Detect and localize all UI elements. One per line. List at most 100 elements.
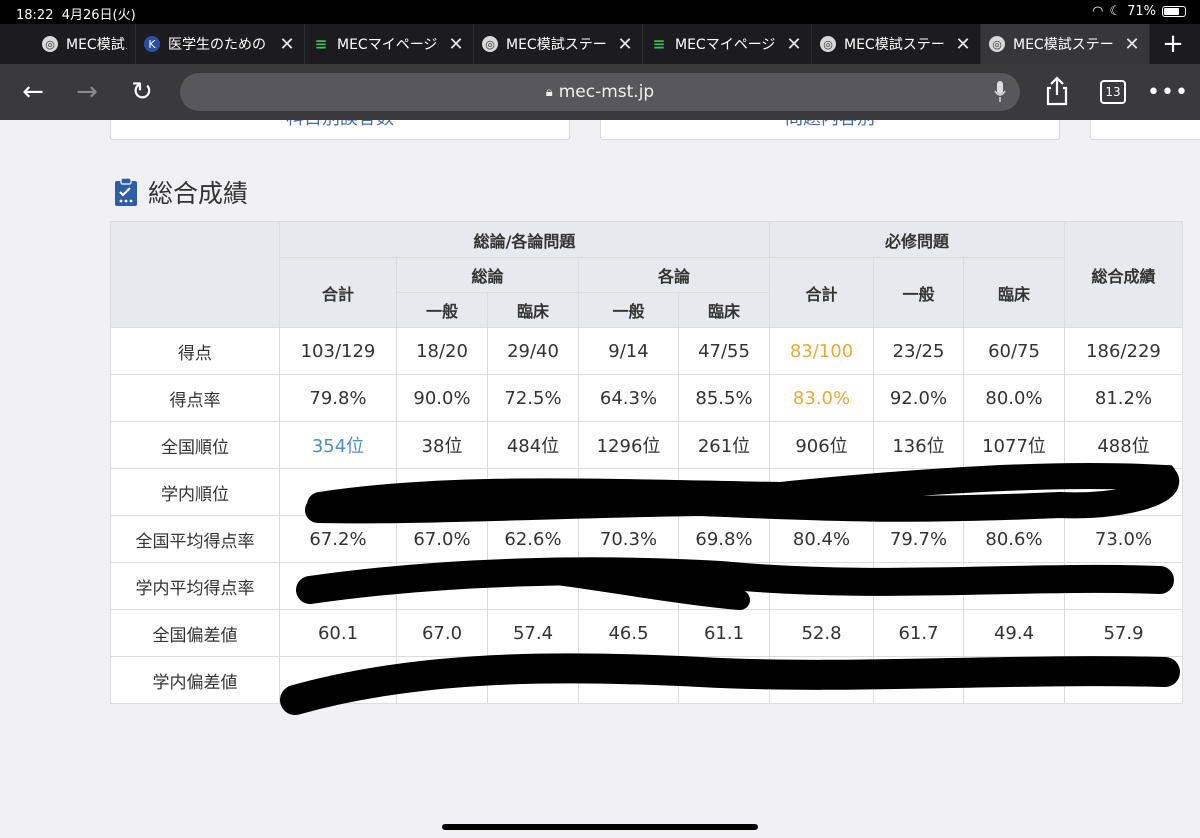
table-cell: 488位 xyxy=(1064,421,1183,469)
table-row: 全国平均得点率 67.2% 67.0% 62.6% 70.3% 69.8% 80.4% 79.… xyxy=(110,515,1183,563)
header-total: 総合成績 xyxy=(1064,221,1183,328)
browser-tab[interactable]: ◎ MEC模試ス xyxy=(0,24,136,64)
table-cell: 136位 xyxy=(873,421,964,469)
table-cell: 67.0 xyxy=(396,609,488,657)
table-cell: 38位 xyxy=(396,421,488,469)
close-icon[interactable]: ✕ xyxy=(447,34,465,55)
browser-tab[interactable]: ◎ MEC模試ステー ✕ xyxy=(812,24,981,64)
header-kakuron: 各論 xyxy=(578,257,770,293)
clipboard-icon xyxy=(115,177,137,206)
tab-count-button[interactable]: 13 xyxy=(1100,80,1126,104)
close-icon[interactable]: ✕ xyxy=(785,34,803,55)
table-cell xyxy=(487,562,579,610)
browser-tab[interactable]: ≡ MECマイページ ✕ xyxy=(643,24,812,64)
mec-icon: ≡ xyxy=(314,35,328,53)
table-cell xyxy=(963,562,1065,610)
table-row: 学内偏差値 xyxy=(110,656,1183,704)
table-cell: 90.0% xyxy=(396,374,488,422)
home-indicator[interactable] xyxy=(442,824,758,830)
table-cell: 57.4 xyxy=(487,609,579,657)
header-soron-rinsho: 臨床 xyxy=(487,292,579,328)
table-cell xyxy=(873,656,964,704)
table-cell: 67.0% xyxy=(396,515,488,563)
table-cell xyxy=(396,656,488,704)
rank-link[interactable]: 354位 xyxy=(279,421,397,469)
header-required-ippan: 一般 xyxy=(873,257,964,328)
table-cell: 83.0% xyxy=(769,374,874,422)
section-header: 総合成績 xyxy=(114,174,248,210)
table-cell xyxy=(963,468,1065,516)
table-cell: 18/20 xyxy=(396,327,488,375)
tab-title: MECマイページ xyxy=(337,37,438,53)
header-required-rinsho: 臨床 xyxy=(963,257,1065,328)
partial-button[interactable] xyxy=(1090,120,1200,140)
table-cell xyxy=(769,656,874,704)
share-icon[interactable] xyxy=(1039,74,1075,110)
table-row: 学内平均得点率 xyxy=(110,562,1183,610)
close-icon[interactable]: ✕ xyxy=(616,34,634,55)
table-cell: 61.7 xyxy=(873,609,964,657)
table-row: 得点 103/129 18/20 29/40 9/14 47/55 83/100 23/25 6… xyxy=(110,327,1183,375)
header-required: 必修問題 xyxy=(769,221,1065,258)
table-cell: 81.2% xyxy=(1064,374,1183,422)
table-cell: 92.0% xyxy=(873,374,964,422)
browser-tab[interactable]: ≡ MECマイページ ✕ xyxy=(305,24,474,64)
browser-tab[interactable]: K 医学生のための ✕ xyxy=(136,24,305,64)
table-cell: 80.4% xyxy=(769,515,874,563)
mec-icon: ≡ xyxy=(652,35,666,53)
header-general: 総論/各論問題 xyxy=(279,221,770,258)
row-label: 得点 xyxy=(110,327,280,375)
table-cell xyxy=(578,656,679,704)
table-cell xyxy=(1064,656,1183,704)
table-cell: 57.9 xyxy=(1064,609,1183,657)
table-cell xyxy=(769,468,874,516)
reload-icon[interactable]: ↻ xyxy=(124,74,160,110)
table-cell: 79.7% xyxy=(873,515,964,563)
more-icon[interactable]: ••• xyxy=(1147,74,1188,110)
close-icon[interactable]: ✕ xyxy=(954,34,972,55)
question-content-button[interactable]: 問題内容別 xyxy=(600,120,1060,140)
table-cell xyxy=(769,562,874,610)
table-cell: 73.0% xyxy=(1064,515,1183,563)
table-cell xyxy=(487,468,579,516)
table-cell xyxy=(578,562,679,610)
table-cell: 67.2% xyxy=(279,515,397,563)
table-cell: 85.5% xyxy=(678,374,770,422)
row-label: 学内偏差値 xyxy=(110,656,280,704)
table-cell: 47/55 xyxy=(678,327,770,375)
header-required-sum: 合計 xyxy=(769,257,874,328)
table-cell: 9/14 xyxy=(578,327,679,375)
url-text: mec-mst.jp xyxy=(558,82,655,102)
table-cell: 1077位 xyxy=(963,421,1065,469)
table-cell: 70.3% xyxy=(578,515,679,563)
wifi-icon: ◠ xyxy=(1092,4,1104,19)
microphone-icon[interactable] xyxy=(994,81,1006,103)
close-icon[interactable]: ✕ xyxy=(1123,34,1141,55)
browser-tab[interactable]: ◎ MEC模試ステー ✕ xyxy=(981,24,1150,64)
browser-tab[interactable]: ◎ MEC模試ステー ✕ xyxy=(474,24,643,64)
globe-icon: ◎ xyxy=(989,36,1005,52)
tab-title: 医学生のための xyxy=(168,37,266,53)
table-cell xyxy=(396,468,488,516)
forward-icon[interactable]: → xyxy=(69,74,105,110)
row-label: 得点率 xyxy=(110,374,280,422)
table-cell: 49.4 xyxy=(963,609,1065,657)
table-cell xyxy=(873,562,964,610)
close-icon[interactable]: ✕ xyxy=(278,34,296,55)
page-content: 科目別誤答数 問題内容別 総合成績 総論/各論問題 必修問題 総合成績 合計 総… xyxy=(0,120,1200,838)
globe-icon: ◎ xyxy=(482,36,498,52)
table-row: 全国順位 354位 38位 484位 1296位 261位 906位 136位 1077位 488… xyxy=(110,421,1183,469)
page-title: 総合成績 xyxy=(148,179,249,208)
table-cell xyxy=(963,656,1065,704)
table-cell: 72.5% xyxy=(487,374,579,422)
tab-bar: ◎ MEC模試ス K 医学生のための ✕ ≡ MECマイページ ✕ ◎ MEC模試ステー ✕ ≡ MEC… xyxy=(0,24,1200,64)
header-general-sum: 合計 xyxy=(279,257,397,328)
wrong-answers-button[interactable]: 科目別誤答数 xyxy=(110,120,570,140)
table-cell: 79.8% xyxy=(279,374,397,422)
table-cell: 23/25 xyxy=(873,327,964,375)
lock-icon: 🔒︎ xyxy=(545,84,553,100)
address-bar[interactable]: 🔒︎ mec-mst.jp xyxy=(180,73,1020,111)
new-tab-icon[interactable]: + xyxy=(1150,24,1196,64)
table-cell xyxy=(1064,562,1183,610)
back-icon[interactable]: ← xyxy=(15,74,51,110)
